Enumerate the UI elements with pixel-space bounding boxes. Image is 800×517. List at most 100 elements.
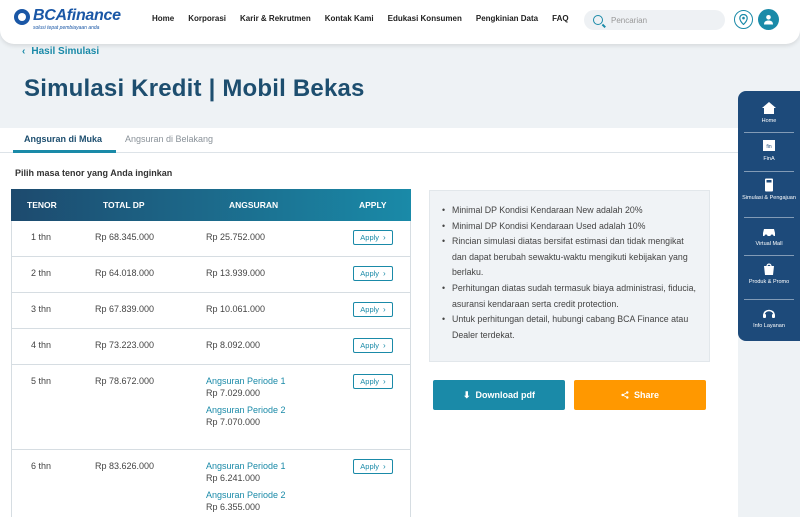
user-icon bbox=[764, 15, 773, 25]
apply-label: Apply bbox=[360, 462, 380, 471]
fina-icon-text: fin bbox=[766, 144, 772, 150]
fina-icon: fin bbox=[763, 140, 775, 151]
table-row: 1 thn Rp 68.345.000 Rp 25.752.000 Apply › bbox=[11, 221, 411, 257]
header-angsuran: ANGSURAN bbox=[229, 200, 279, 210]
download-label: Download pdf bbox=[475, 390, 536, 400]
top-header: BCAfinance solusi tepat pembiayaan anda … bbox=[0, 0, 800, 44]
location-pin-icon bbox=[739, 14, 748, 25]
nav-pengkinian[interactable]: Pengkinian Data bbox=[476, 14, 538, 23]
nav-kontak[interactable]: Kontak Kami bbox=[325, 14, 374, 23]
period-label: Angsuran Periode 1 bbox=[206, 376, 286, 386]
info-item: Rincian simulasi diatas bersifat estimas… bbox=[442, 234, 699, 281]
apply-button[interactable]: Apply › bbox=[353, 374, 393, 389]
cell-angsuran: Rp 25.752.000 bbox=[206, 232, 266, 242]
search-box bbox=[584, 10, 725, 30]
page-title: Simulasi Kredit | Mobil Bekas bbox=[24, 75, 365, 102]
main-nav: Home Korporasi Karir & Rekrutmen Kontak … bbox=[152, 14, 583, 23]
brand-logo[interactable]: BCAfinance solusi tepat pembiayaan anda bbox=[14, 7, 126, 34]
logo-mark-icon bbox=[14, 9, 30, 25]
cell-tenor: 1 thn bbox=[31, 232, 52, 242]
tenor-table: TENOR TOTAL DP ANGSURAN APPLY 1 thn Rp 6… bbox=[11, 189, 411, 517]
info-item: Minimal DP Kondisi Kendaraan Used adalah… bbox=[442, 219, 699, 235]
period-amount: Rp 7.029.000 bbox=[206, 388, 261, 398]
apply-button[interactable]: Apply › bbox=[353, 266, 393, 281]
home-icon bbox=[762, 102, 776, 114]
sidebar-item-produk-promo[interactable]: Produk & Promo bbox=[738, 256, 800, 296]
table-row: 2 thn Rp 64.018.000 Rp 13.939.000 Apply › bbox=[11, 257, 411, 293]
nav-karir[interactable]: Karir & Rekrutmen bbox=[240, 14, 311, 23]
period-label: Angsuran Periode 2 bbox=[206, 405, 286, 415]
period-label: Angsuran Periode 2 bbox=[206, 490, 286, 500]
apply-button[interactable]: Apply › bbox=[353, 302, 393, 317]
breadcrumb-back[interactable]: ‹ Hasil Simulasi bbox=[22, 46, 99, 57]
info-item: Minimal DP Kondisi Kendaraan New adalah … bbox=[442, 203, 699, 219]
nav-faq[interactable]: FAQ bbox=[552, 14, 568, 23]
apply-label: Apply bbox=[360, 341, 380, 350]
calculator-icon bbox=[765, 178, 773, 192]
shopping-bag-icon bbox=[764, 263, 774, 275]
chevron-right-icon: › bbox=[383, 341, 386, 350]
cell-tenor: 4 thn bbox=[31, 340, 52, 350]
chevron-right-icon: › bbox=[383, 377, 386, 386]
main-content: Angsuran di Muka Angsuran di Belakang Pi… bbox=[0, 128, 738, 517]
download-pdf-button[interactable]: ⬇ Download pdf bbox=[433, 380, 565, 410]
info-item: Perhitungan diatas sudah termasuk biaya … bbox=[442, 281, 699, 312]
sidebar-item-fina[interactable]: fin FinA bbox=[738, 133, 800, 173]
period-amount: Rp 7.070.000 bbox=[206, 417, 261, 427]
cell-total-dp: Rp 68.345.000 bbox=[95, 232, 155, 242]
sidebar-item-simulasi[interactable]: Simulasi & Pengajuan bbox=[738, 172, 800, 212]
account-button[interactable] bbox=[758, 9, 779, 30]
search-icon bbox=[593, 15, 603, 25]
tab-angsuran-di-belakang[interactable]: Angsuran di Belakang bbox=[125, 134, 213, 144]
chevron-right-icon: › bbox=[383, 462, 386, 471]
apply-button[interactable]: Apply › bbox=[353, 338, 393, 353]
car-icon bbox=[763, 229, 775, 238]
table-row: 5 thn Rp 78.672.000 Angsuran Periode 1 R… bbox=[11, 365, 411, 450]
brand-tagline: solusi tepat pembiayaan anda bbox=[33, 25, 100, 31]
tab-angsuran-di-muka[interactable]: Angsuran di Muka bbox=[24, 134, 102, 144]
sidebar-label: FinA bbox=[763, 156, 775, 162]
info-notes-box: Minimal DP Kondisi Kendaraan New adalah … bbox=[429, 190, 710, 362]
info-list: Minimal DP Kondisi Kendaraan New adalah … bbox=[430, 191, 709, 343]
breadcrumb-label: Hasil Simulasi bbox=[31, 46, 100, 57]
cell-angsuran: Angsuran Periode 1 Rp 6.241.000 Angsuran… bbox=[206, 461, 286, 517]
location-button[interactable] bbox=[734, 10, 753, 29]
chevron-right-icon: › bbox=[383, 233, 386, 242]
apply-label: Apply bbox=[360, 305, 380, 314]
cell-angsuran: Rp 10.061.000 bbox=[206, 304, 266, 314]
header-apply: APPLY bbox=[359, 200, 387, 210]
cell-total-dp: Rp 67.839.000 bbox=[95, 304, 155, 314]
share-button[interactable]: Share bbox=[574, 380, 706, 410]
chevron-left-icon: ‹ bbox=[22, 46, 26, 57]
chevron-right-icon: › bbox=[383, 305, 386, 314]
table-header: TENOR TOTAL DP ANGSURAN APPLY bbox=[11, 189, 411, 221]
period-amount: Rp 6.355.000 bbox=[206, 502, 261, 512]
cell-angsuran: Angsuran Periode 1 Rp 7.029.000 Angsuran… bbox=[206, 376, 286, 434]
info-item: Untuk perhitungan detail, hubungi cabang… bbox=[442, 312, 699, 343]
chevron-right-icon: › bbox=[383, 269, 386, 278]
cell-total-dp: Rp 64.018.000 bbox=[95, 268, 155, 278]
active-tab-indicator bbox=[13, 150, 116, 153]
cell-angsuran: Rp 8.092.000 bbox=[206, 340, 261, 350]
share-label: Share bbox=[633, 390, 659, 400]
search-input[interactable] bbox=[611, 15, 721, 25]
apply-button[interactable]: Apply › bbox=[353, 230, 393, 245]
nav-edukasi[interactable]: Edukasi Konsumen bbox=[388, 14, 462, 23]
table-row: 4 thn Rp 73.223.000 Rp 8.092.000 Apply › bbox=[11, 329, 411, 365]
sidebar-item-virtual-mall[interactable]: Virtual Mall bbox=[738, 218, 800, 258]
nav-home[interactable]: Home bbox=[152, 14, 174, 23]
brand-name: BCAfinance bbox=[33, 7, 121, 24]
cell-tenor: 6 thn bbox=[31, 461, 52, 471]
apply-button[interactable]: Apply › bbox=[353, 459, 393, 474]
cell-total-dp: Rp 83.626.000 bbox=[95, 461, 155, 471]
sidebar-item-info-layanan[interactable]: Info Layanan bbox=[738, 300, 800, 340]
cell-angsuran: Rp 13.939.000 bbox=[206, 268, 266, 278]
cell-tenor: 2 thn bbox=[31, 268, 52, 278]
table-row: 3 thn Rp 67.839.000 Rp 10.061.000 Apply › bbox=[11, 293, 411, 329]
apply-label: Apply bbox=[360, 233, 380, 242]
apply-label: Apply bbox=[360, 377, 380, 386]
headset-icon bbox=[763, 309, 775, 318]
nav-korporasi[interactable]: Korporasi bbox=[188, 14, 226, 23]
sidebar-item-home[interactable]: Home bbox=[738, 95, 800, 135]
header-total-dp: TOTAL DP bbox=[103, 200, 145, 210]
